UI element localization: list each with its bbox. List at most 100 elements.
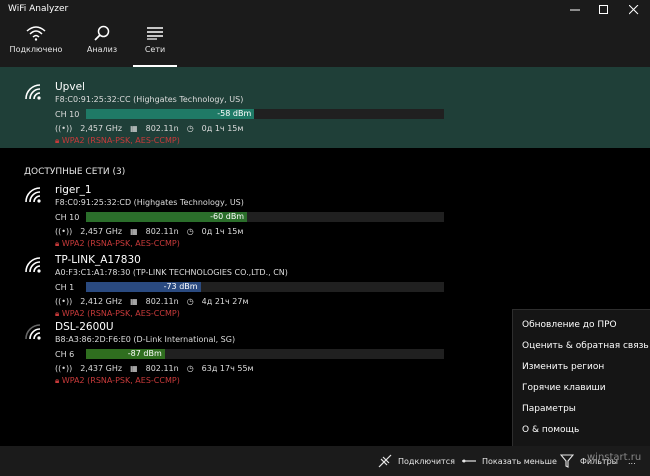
security-text: WPA2 (RSNA-PSK, AES-CCMP) (61, 309, 180, 318)
network-info: ((•)) 2,457 GHz ▦ 802.11n ◷ 0д 1ч 15м (55, 124, 251, 133)
tab-networks[interactable]: Сети (127, 23, 183, 67)
network-name: riger_1 (55, 184, 92, 196)
connect-button[interactable]: Подключится (378, 446, 455, 476)
signal-value: -73 dBm (163, 282, 198, 291)
network-security: 🔒︎ WPA2 (RSNA-PSK, AES-CCMP) (55, 309, 180, 319)
clock-icon: ◷ (186, 297, 194, 306)
menu-item-rate-feedback[interactable]: Оценить & обратная связь (513, 336, 650, 357)
maximize-icon (599, 5, 608, 14)
signal-value: -87 dBm (127, 349, 162, 358)
network-name: TP-LINK_A17830 (55, 254, 141, 266)
tab-analysis[interactable]: Анализ (74, 23, 130, 65)
lock-icon: 🔒︎ (55, 136, 62, 145)
available-networks-title: ДОСТУПНЫЕ СЕТИ (3) (24, 167, 126, 177)
signal-bar: -58 dBm (86, 109, 444, 119)
signal-fill: -73 dBm (86, 282, 201, 292)
wifi-icon (8, 23, 64, 43)
network-info: ((•)) 2,457 GHz ▦ 802.11n ◷ 0д 1ч 15м (55, 227, 251, 236)
network-name: Upvel (55, 81, 85, 93)
lock-icon: 🔒︎ (55, 376, 62, 385)
network-frequency: 2,457 GHz (80, 227, 123, 236)
minimize-button[interactable] (560, 0, 590, 20)
network-info: ((•)) 2,437 GHz ▦ 802.11n ◷ 63д 17ч 55м (55, 364, 262, 373)
tab-label: Анализ (86, 45, 118, 54)
network-frequency: 2,457 GHz (80, 124, 123, 133)
network-channel: CH 1 (55, 283, 75, 292)
wifi-signal-icon (25, 187, 41, 203)
lock-icon: 🔒︎ (55, 309, 62, 318)
signal-bar: -87 dBm (86, 349, 444, 359)
network-mac: A0:F3:C1:A1:78:30 (TP-LINK TECHNOLOGIES … (55, 268, 288, 277)
tab-label: Подключено (9, 45, 63, 54)
network-mac: F8:C0:91:25:32:CD (Highgates Technology,… (55, 198, 244, 207)
menu-item-change-region[interactable]: Изменить регион (513, 357, 650, 378)
tab-connected[interactable]: Подключено (8, 23, 64, 65)
frequency-icon: ((•)) (55, 297, 73, 306)
close-icon (629, 5, 639, 15)
wifi-signal-icon (25, 84, 41, 100)
security-text: WPA2 (RSNA-PSK, AES-CCMP) (61, 376, 180, 385)
network-standard: 802.11n (145, 297, 179, 306)
standard-icon: ▦ (130, 227, 138, 236)
network-uptime: 63д 17ч 55м (201, 364, 254, 373)
network-security: 🔒︎ WPA2 (RSNA-PSK, AES-CCMP) (55, 239, 180, 249)
window-title: WiFi Analyzer (8, 4, 69, 14)
network-standard: 802.11n (145, 364, 179, 373)
filter-icon (560, 454, 574, 468)
frequency-icon: ((•)) (55, 364, 73, 373)
clock-icon: ◷ (186, 124, 194, 133)
connect-icon (378, 454, 392, 468)
network-channel: CH 6 (55, 350, 75, 359)
list-icon (127, 23, 183, 43)
network-frequency: 2,437 GHz (80, 364, 123, 373)
security-text: WPA2 (RSNA-PSK, AES-CCMP) (61, 239, 180, 248)
network-info: ((•)) 2,412 GHz ▦ 802.11n ◷ 4д 21ч 27м (55, 297, 257, 306)
frequency-icon: ((•)) (55, 124, 73, 133)
menu-item-upgrade-pro[interactable]: Обновление до ПРО (513, 315, 650, 336)
network-uptime: 0д 1ч 15м (201, 124, 244, 133)
maximize-button[interactable] (589, 0, 619, 20)
network-mac: F8:C0:91:25:32:CC (Highgates Technology,… (55, 95, 244, 104)
clock-icon: ◷ (186, 227, 194, 236)
signal-value: -60 dBm (210, 212, 245, 221)
standard-icon: ▦ (130, 364, 138, 373)
menu-item-hotkeys[interactable]: Горячие клавиши (513, 378, 650, 399)
signal-bar: -60 dBm (86, 212, 444, 222)
network-standard: 802.11n (145, 227, 179, 236)
connected-network-panel: Upvel F8:C0:91:25:32:CC (Highgates Techn… (0, 67, 650, 148)
security-text: WPA2 (RSNA-PSK, AES-CCMP) (61, 136, 180, 145)
network-uptime: 4д 21ч 27м (201, 297, 249, 306)
wifi-signal-icon (25, 324, 41, 340)
show-less-button[interactable]: Показать меньше (462, 446, 557, 476)
lock-icon: 🔒︎ (55, 239, 62, 248)
network-mac: B8:A3:86:2D:F6:E0 (D-Link International,… (55, 335, 236, 344)
context-menu: Обновление до ПРО Оценить & обратная свя… (512, 309, 650, 447)
show-less-label: Показать меньше (482, 456, 557, 466)
network-security: 🔒︎ WPA2 (RSNA-PSK, AES-CCMP) (55, 376, 180, 386)
connect-label: Подключится (398, 456, 455, 466)
search-icon (74, 23, 130, 43)
network-security: 🔒︎ WPA2 (RSNA-PSK, AES-CCMP) (55, 136, 180, 146)
standard-icon: ▦ (130, 297, 138, 306)
signal-bar: -73 dBm (86, 282, 444, 292)
network-channel: CH 10 (55, 110, 80, 119)
network-channel: CH 10 (55, 213, 80, 222)
signal-fill: -60 dBm (86, 212, 248, 222)
network-frequency: 2,412 GHz (80, 297, 123, 306)
wifi-signal-icon (25, 257, 41, 273)
network-name: DSL-2600U (55, 321, 114, 333)
tab-label: Сети (144, 45, 166, 54)
watermark-text: winstart.ru (587, 452, 642, 463)
nav-header: Подключено Анализ Сети (0, 20, 650, 67)
minimize-icon (570, 9, 580, 11)
bottom-app-bar: Подключится Показать меньше Фильтры ... (0, 446, 650, 476)
clock-icon: ◷ (186, 364, 194, 373)
signal-value: -58 dBm (217, 109, 252, 118)
close-button[interactable] (619, 0, 649, 20)
frequency-icon: ((•)) (55, 227, 73, 236)
collapse-icon (462, 459, 476, 463)
menu-item-about-help[interactable]: О & помощь (513, 420, 650, 441)
network-uptime: 0д 1ч 15м (201, 227, 244, 236)
standard-icon: ▦ (130, 124, 138, 133)
menu-item-settings[interactable]: Параметры (513, 399, 650, 420)
